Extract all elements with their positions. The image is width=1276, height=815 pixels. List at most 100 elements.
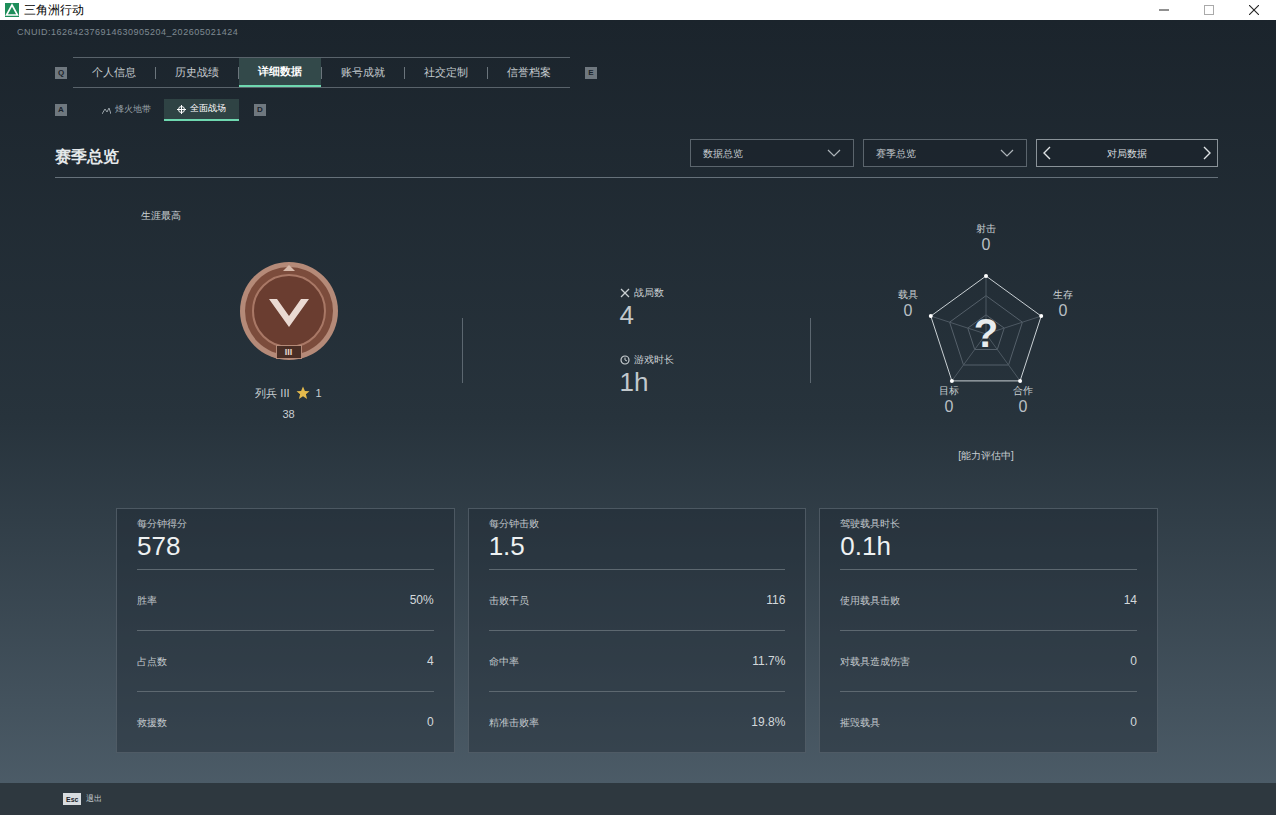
stat-row-label: 摧毁载具 (840, 715, 880, 730)
pager-prev-button[interactable] (1043, 146, 1051, 160)
subtab[interactable]: 全面战场 (164, 99, 239, 121)
stat-row-label: 救援数 (137, 715, 167, 730)
stat-row-value: 116 (766, 591, 785, 609)
maximize-button[interactable] (1186, 0, 1231, 20)
tab-label: 历史战绩 (175, 64, 219, 81)
radar-axis: 生存0 (1043, 288, 1083, 320)
crossed-swords-icon (620, 288, 630, 298)
stat-row-value: 50% (410, 591, 434, 609)
tab[interactable]: 信誉档案 (488, 58, 570, 87)
stat-card: 每分钟得分578胜率50%占点数4救援数0 (116, 508, 455, 753)
maximize-icon (1204, 5, 1214, 15)
tab-label: 信誉档案 (507, 64, 551, 81)
window-title: 三角洲行动 (24, 0, 84, 20)
stat-cards: 每分钟得分578胜率50%占点数4救援数0每分钟击败1.5击败干员116命中率1… (116, 508, 1158, 753)
radar-axis-label: 目标 (939, 384, 959, 397)
clock-icon (620, 355, 630, 365)
pager-next-button[interactable] (1203, 146, 1211, 160)
uid-label: CNUID:162642376914630905204_202605021424 (0, 20, 1276, 38)
tab-label: 账号成就 (341, 64, 385, 81)
tab-separator (487, 67, 488, 79)
next-tab-key[interactable]: E (585, 67, 597, 79)
close-icon (1249, 5, 1259, 15)
rank-score: 38 (282, 406, 294, 423)
close-button[interactable] (1231, 0, 1276, 20)
crosshair-icon (177, 105, 186, 114)
stat-row-value: 11.7% (752, 652, 785, 670)
radar-axis-label: 生存 (1053, 288, 1073, 301)
stat-row-label: 对载具造成伤害 (840, 654, 910, 669)
radar-axis-value: 0 (1059, 301, 1068, 320)
summary-list: 战局数4游戏时长1h (600, 285, 674, 397)
stat-row-label: 精准击败率 (489, 715, 539, 730)
stat-card-title: 驾驶载具时长 (840, 517, 1137, 531)
stat-row: 使用载具击败14 (840, 569, 1137, 630)
stat-row-label: 占点数 (137, 654, 167, 669)
next-subtab-key[interactable]: D (254, 104, 266, 116)
rank-badge: III (239, 261, 339, 361)
stat-card-value: 1.5 (489, 531, 786, 561)
prev-subtab-key[interactable]: A (55, 104, 67, 116)
column-divider (810, 318, 811, 383)
match-data-pager[interactable]: 对局数据 (1036, 139, 1218, 167)
stat-card-value: 0.1h (840, 531, 1137, 561)
stat-row-value: 0 (1130, 713, 1137, 731)
tab[interactable]: 个人信息 (73, 58, 155, 87)
rank-name-row: 列兵 III1 (255, 385, 321, 402)
tab-label: 个人信息 (92, 64, 136, 81)
radar-axis-label: 合作 (1013, 384, 1033, 397)
radar-axis-value: 0 (904, 301, 913, 320)
section-title: 赛季总览 (55, 147, 119, 167)
esc-key[interactable]: Esc (63, 793, 81, 805)
stat-row-value: 19.8% (751, 713, 785, 731)
stat-row-value: 0 (427, 713, 434, 731)
footer-bar: Esc 退出 (0, 783, 1276, 815)
summary-column: 战局数4游戏时长1h (463, 178, 810, 397)
summary-label: 游戏时长 (634, 352, 674, 367)
overview-area: 生涯最高III列兵 III138战局数4游戏时长1h射击0生存0合作0目标0载具… (55, 178, 1276, 480)
filter-controls: 数据总览赛季总览对局数据 (690, 139, 1218, 167)
radar-axis-value: 0 (945, 397, 954, 416)
radar-axis-value: 0 (1019, 397, 1028, 416)
minimize-icon (1159, 5, 1169, 15)
section-header: 赛季总览数据总览赛季总览对局数据 (55, 139, 1218, 178)
prev-tab-key[interactable]: Q (55, 67, 67, 79)
stat-row: 击败干员 116 (489, 569, 786, 630)
tab[interactable]: 历史战绩 (156, 58, 238, 87)
stat-row: 胜率50% (137, 569, 434, 630)
rank-column: 生涯最高 III 列兵 III1 38 (55, 178, 462, 422)
filter-dropdown[interactable]: 数据总览 (690, 139, 854, 167)
stat-row: 命中率 11.7% (489, 630, 786, 691)
tab[interactable]: 账号成就 (322, 58, 404, 87)
title-bar: 三角洲行动 (0, 0, 1276, 20)
tab-label: 详细数据 (258, 63, 302, 80)
tabs-row: Q 个人信息 历史战绩 详细数据 账号成就 社交定制 信誉档案 E (55, 57, 1276, 88)
tab[interactable]: 社交定制 (405, 58, 487, 87)
radar-axis: 射击0 (966, 222, 1006, 254)
radar-axis: 目标0 (929, 384, 969, 416)
subtab-label: 烽火地带 (115, 103, 151, 117)
filter-dropdown[interactable]: 赛季总览 (863, 139, 1027, 167)
stat-card-header: 每分钟击败1.5 (489, 509, 786, 569)
exit-label[interactable]: 退出 (86, 793, 102, 805)
tab[interactable]: 详细数据 (239, 58, 321, 87)
stat-row-label: 命中率 (489, 654, 519, 669)
radar-chart: 射击0生存0合作0目标0载具0?[能力评估中] (866, 222, 1106, 472)
minimize-button[interactable] (1141, 0, 1186, 20)
radar-axis-label: 射击 (976, 222, 996, 235)
stat-card-title: 每分钟击败 (489, 517, 786, 531)
stat-row-label: 击败干员 (489, 593, 529, 608)
radar-column: 射击0生存0合作0目标0载具0?[能力评估中] (811, 178, 1161, 472)
radar-status: [能力评估中] (926, 448, 1046, 463)
mountain-icon (102, 106, 111, 115)
subtab[interactable]: 烽火地带 (89, 99, 164, 121)
radar-axis: 载具0 (888, 288, 928, 320)
title-left: 三角洲行动 (0, 0, 84, 20)
rank-caption: 生涯最高 (141, 208, 181, 223)
stat-row-value: 0 (1130, 652, 1137, 670)
stat-row: 对载具造成伤害 0 (840, 630, 1137, 691)
stat-card-title: 每分钟得分 (137, 517, 434, 531)
chevron-down-icon (1000, 149, 1014, 157)
tab-label: 社交定制 (424, 64, 468, 81)
stat-card-value: 578 (137, 531, 434, 561)
